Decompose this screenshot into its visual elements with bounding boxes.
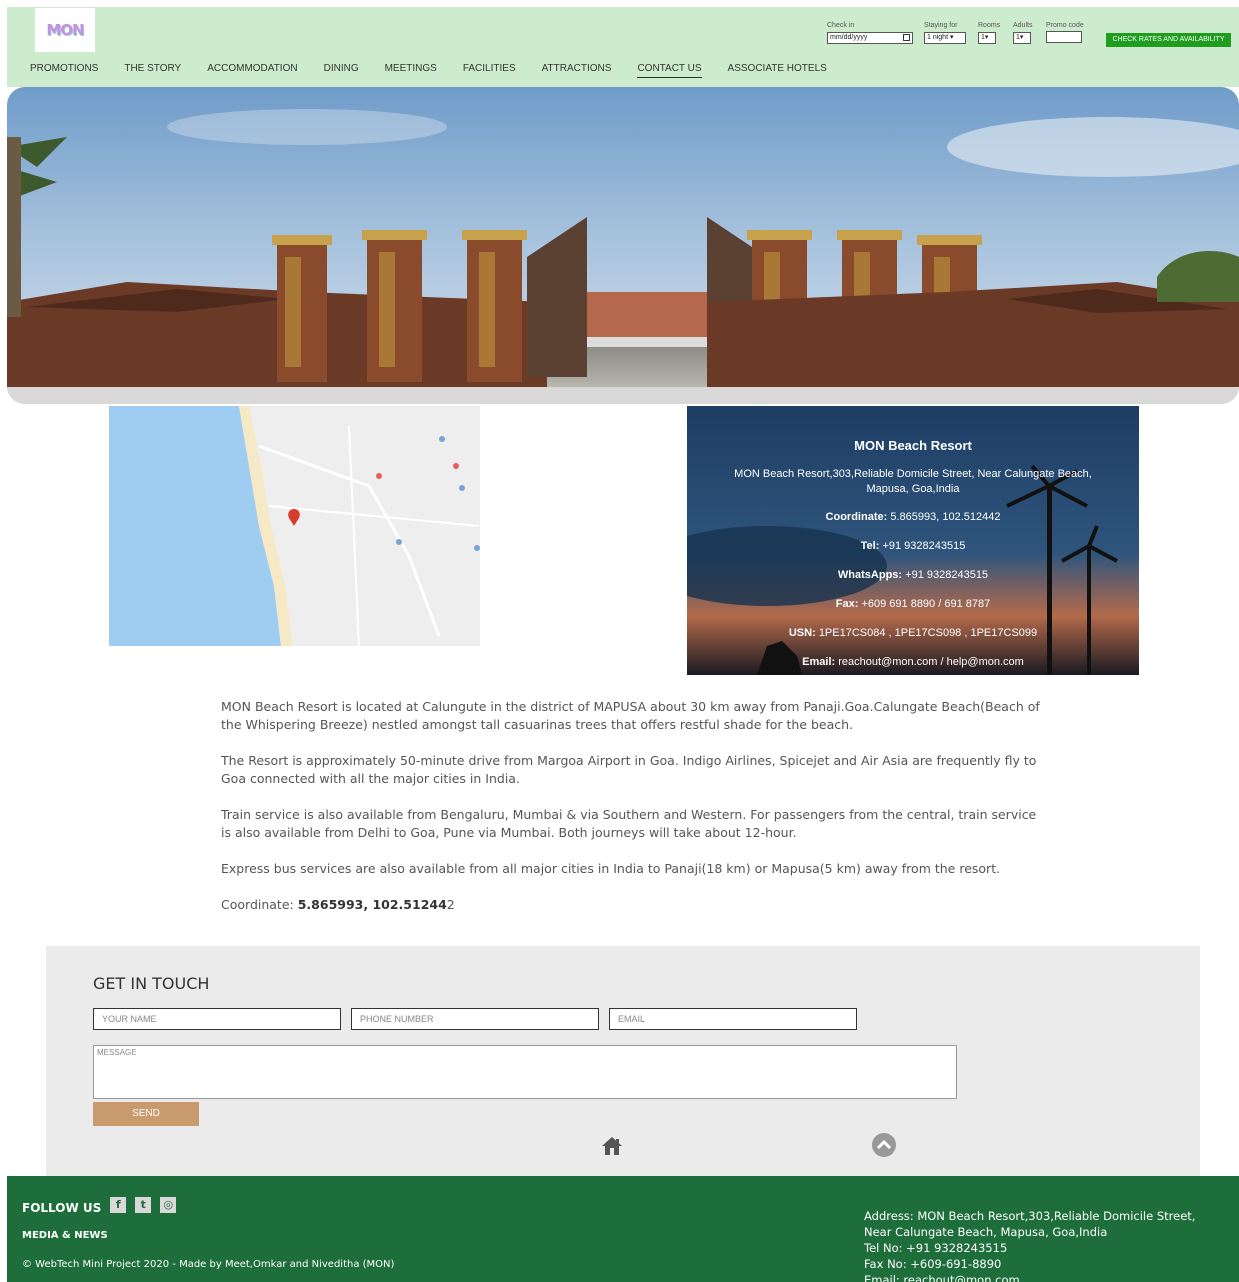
staying-select[interactable]: 1 night ▾ — [924, 32, 966, 44]
chevron-down-icon: ▾ — [984, 34, 989, 41]
promo-label: Promo code — [1046, 22, 1084, 29]
footer-address: Address: MON Beach Resort,303,Reliable D… — [864, 1209, 1196, 1282]
nav-associate-hotels[interactable]: ASSOCIATE HOTELS — [728, 63, 827, 78]
card-tel: Tel: +91 9328243515 — [860, 540, 966, 552]
media-news-link[interactable]: MEDIA & NEWS — [22, 1230, 108, 1241]
send-button[interactable]: SEND — [93, 1102, 199, 1126]
about-coordinate: Coordinate: 5.865993, 102.512442 — [221, 897, 455, 912]
home-icon[interactable] — [601, 1135, 623, 1157]
card-title: MON Beach Resort — [854, 438, 972, 453]
instagram-icon[interactable]: ◎ — [160, 1197, 177, 1213]
about-paragraph: MON Beach Resort is located at Calungute… — [221, 699, 1040, 732]
email-input[interactable]: EMAIL — [609, 1008, 857, 1030]
form-title: GET IN TOUCH — [93, 974, 210, 993]
calendar-icon[interactable] — [903, 34, 910, 41]
nav-promotions[interactable]: PROMOTIONS — [30, 63, 98, 78]
chevron-down-icon: ▾ — [1019, 34, 1024, 41]
about-paragraph: Train service is also available from Ben… — [221, 807, 1037, 840]
location-description: MON Beach Resort is located at Calungute… — [221, 698, 1041, 932]
nav-contact-us[interactable]: CONTACT US — [637, 63, 702, 78]
checkin-date-input[interactable]: mm/dd/yyyy — [827, 32, 913, 44]
nav-the-story[interactable]: THE STORY — [124, 63, 181, 78]
resort-gate-image — [7, 87, 1239, 404]
message-textarea[interactable]: MESSAGE — [93, 1045, 957, 1099]
location-map[interactable] — [109, 406, 480, 646]
footer: FOLLOW US f t ◎ MEDIA & NEWS © WebTech M… — [7, 1176, 1239, 1282]
nav-accommodation[interactable]: ACCOMMODATION — [207, 63, 297, 78]
contact-form-section: GET IN TOUCH YOUR NAME PHONE NUMBER EMAI… — [46, 946, 1200, 1176]
facebook-icon[interactable]: f — [110, 1197, 127, 1213]
about-paragraph: The Resort is approximately 50-minute dr… — [221, 753, 1037, 786]
card-email: Email: reachout@mon.com / help@mon.com — [802, 656, 1024, 668]
copyright: © WebTech Mini Project 2020 - Made by Me… — [22, 1259, 395, 1270]
twitter-icon[interactable]: t — [135, 1197, 152, 1213]
adults-select[interactable]: 1▾ — [1013, 32, 1031, 44]
hero-image — [7, 87, 1239, 404]
card-coordinate: Coordinate: 5.865993, 102.512442 — [825, 511, 1001, 523]
adults-label: Adults — [1013, 22, 1033, 29]
card-whatsapp: WhatsApps: +91 9328243515 — [837, 569, 989, 581]
about-paragraph: Express bus services are also available … — [221, 861, 1001, 876]
main-nav: PROMOTIONS THE STORY ACCOMMODATION DININ… — [30, 63, 853, 78]
contact-card: MON Beach Resort MON Beach Resort,303,Re… — [687, 406, 1139, 675]
staying-label: Staying for — [924, 22, 958, 29]
chevron-down-icon: ▾ — [949, 34, 954, 41]
nav-facilities[interactable]: FACILITIES — [463, 63, 516, 78]
header: MON PROMOTIONS THE STORY ACCOMMODATION D… — [7, 7, 1239, 87]
card-fax: Fax: +609 691 8890 / 691 8787 — [835, 598, 991, 610]
rooms-select[interactable]: 1▾ — [978, 32, 996, 44]
back-to-top-icon[interactable] — [872, 1133, 896, 1157]
promo-code-input[interactable] — [1046, 31, 1082, 43]
nav-dining[interactable]: DINING — [324, 63, 359, 78]
rooms-label: Rooms — [978, 22, 1001, 29]
follow-us: FOLLOW US f t ◎ — [22, 1197, 177, 1216]
card-usn: USN: 1PE17CS084 , 1PE17CS098 , 1PE17CS09… — [788, 627, 1038, 639]
card-address: MON Beach Resort,303,Reliable Domicile S… — [734, 468, 1092, 495]
booking-widget: Check in mm/dd/yyyy Staying for 1 night … — [827, 22, 1237, 58]
nav-attractions[interactable]: ATTRACTIONS — [542, 63, 612, 78]
logo[interactable]: MON — [35, 8, 95, 52]
nav-meetings[interactable]: MEETINGS — [385, 63, 437, 78]
checkin-label: Check in — [827, 22, 855, 29]
name-input[interactable]: YOUR NAME — [93, 1008, 341, 1030]
check-rates-button[interactable]: CHECK RATES AND AVAILABILITY — [1106, 33, 1231, 47]
phone-input[interactable]: PHONE NUMBER — [351, 1008, 599, 1030]
